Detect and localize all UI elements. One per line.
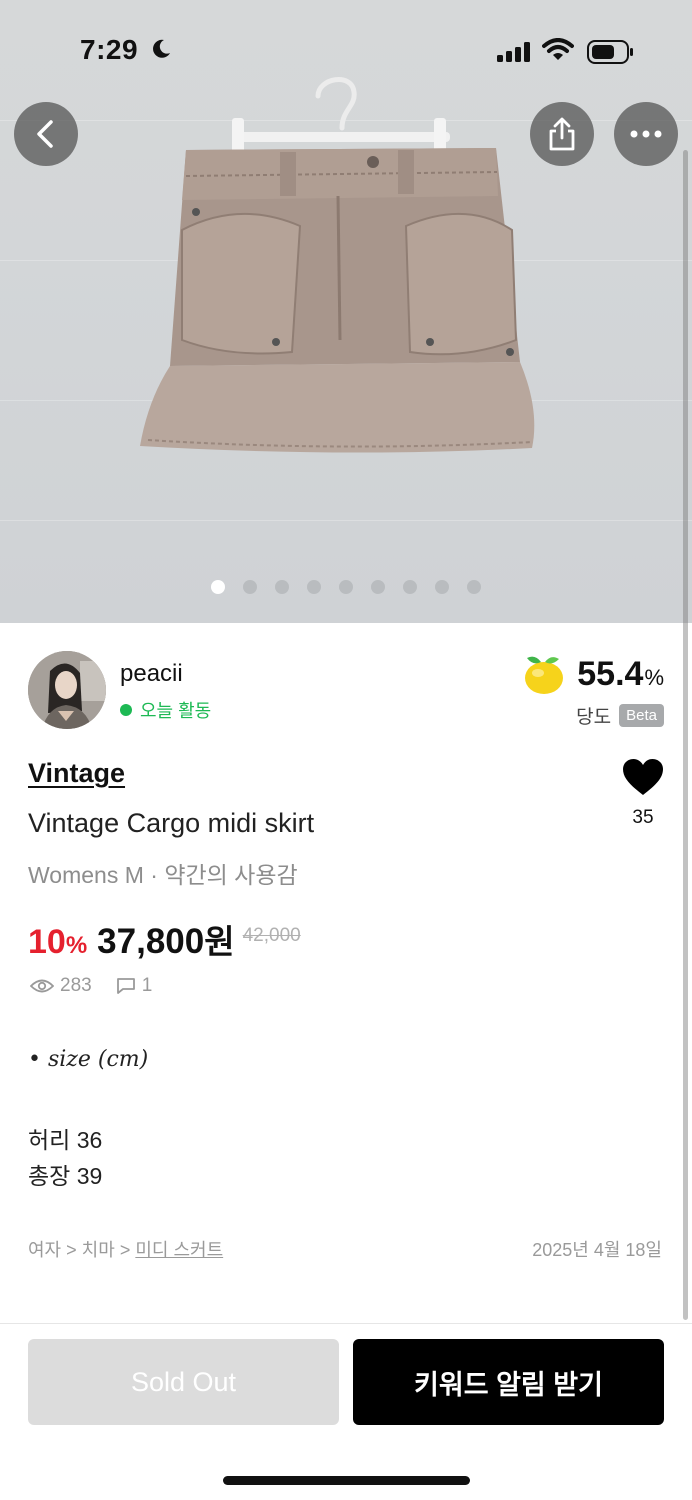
- activity-label: 오늘 활동: [140, 701, 212, 721]
- carousel-dot[interactable]: [371, 580, 385, 594]
- share-button[interactable]: [530, 102, 594, 166]
- like-count: 35: [632, 807, 654, 828]
- sweetness-value: 55.4: [577, 654, 644, 693]
- avatar-image: [28, 651, 106, 729]
- home-indicator[interactable]: [223, 1476, 470, 1485]
- sweetness-score[interactable]: 55.4% 당도 Beta: [521, 652, 664, 729]
- category-level-1[interactable]: 여자: [28, 1240, 61, 1260]
- product-title: Vintage Cargo midi skirt: [28, 808, 315, 838]
- more-horizontal-icon: [630, 130, 662, 138]
- posted-date: 2025년 4월 18일: [532, 1240, 662, 1260]
- seller-name[interactable]: peacii: [120, 660, 183, 688]
- carousel-dot[interactable]: [403, 580, 417, 594]
- sale-price: 37,800: [97, 922, 205, 961]
- original-price: 42,000: [242, 925, 301, 946]
- status-time: 7:29: [80, 34, 139, 65]
- battery-icon: [587, 40, 633, 64]
- carousel-pagination[interactable]: [0, 580, 692, 594]
- discount-rate: 10: [28, 923, 66, 961]
- wifi-icon: [542, 38, 574, 60]
- description-length: 총장 39: [28, 1163, 103, 1189]
- cellular-signal-icon: [497, 42, 530, 62]
- description-size-header: • size (cm): [28, 1047, 149, 1072]
- carousel-dot[interactable]: [339, 580, 353, 594]
- carousel-dot[interactable]: [211, 580, 225, 594]
- carousel-dot[interactable]: [307, 580, 321, 594]
- product-stats: 283 1: [30, 975, 152, 997]
- breadcrumb-separator: >: [119, 1240, 131, 1260]
- carousel-dot[interactable]: [243, 580, 257, 594]
- category-level-3[interactable]: 미디 스커트: [135, 1240, 223, 1260]
- product-photo-carousel[interactable]: 7:29: [0, 0, 692, 623]
- beta-badge: Beta: [619, 704, 664, 727]
- sweetness-label: 당도: [576, 707, 612, 728]
- lemon-icon: [525, 656, 564, 694]
- like-button[interactable]: 35: [620, 758, 666, 829]
- description-waist: 허리 36: [28, 1127, 103, 1153]
- category-breadcrumb: 여자 > 치마 > 미디 스커트: [28, 1236, 223, 1262]
- seller-avatar[interactable]: [28, 651, 106, 729]
- comment-count: 1: [141, 975, 153, 996]
- online-dot-icon: [120, 704, 132, 716]
- sold-out-button[interactable]: Sold Out: [28, 1339, 339, 1425]
- keyword-alert-button[interactable]: 키워드 알림 받기: [353, 1339, 664, 1425]
- status-bar: 7:29: [0, 0, 692, 100]
- carousel-dot[interactable]: [435, 580, 449, 594]
- activity-status: 오늘 활동: [120, 697, 211, 723]
- price-row: 10 % 37,800 원 42,000: [28, 915, 301, 963]
- comment-icon: [116, 978, 135, 994]
- chevron-left-icon: [37, 120, 53, 148]
- divider: [0, 1323, 692, 1324]
- heart-icon: [623, 759, 663, 795]
- eye-icon: [30, 979, 54, 993]
- sweetness-unit: %: [644, 664, 664, 690]
- scrollbar[interactable]: [683, 150, 688, 1320]
- discount-unit: %: [65, 932, 88, 959]
- moon-icon: [153, 39, 170, 58]
- share-icon: [549, 117, 575, 151]
- breadcrumb-separator: >: [66, 1240, 77, 1260]
- size-condition: Womens M · 약간의 사용감: [28, 862, 298, 888]
- carousel-dot[interactable]: [467, 580, 481, 594]
- brand-link[interactable]: Vintage: [28, 758, 125, 789]
- back-button[interactable]: [14, 102, 78, 166]
- more-options-button[interactable]: [614, 102, 678, 166]
- carousel-dot[interactable]: [275, 580, 289, 594]
- category-level-2[interactable]: 치마: [82, 1240, 115, 1260]
- price-unit: 원: [204, 923, 235, 960]
- view-count: 283: [60, 975, 92, 996]
